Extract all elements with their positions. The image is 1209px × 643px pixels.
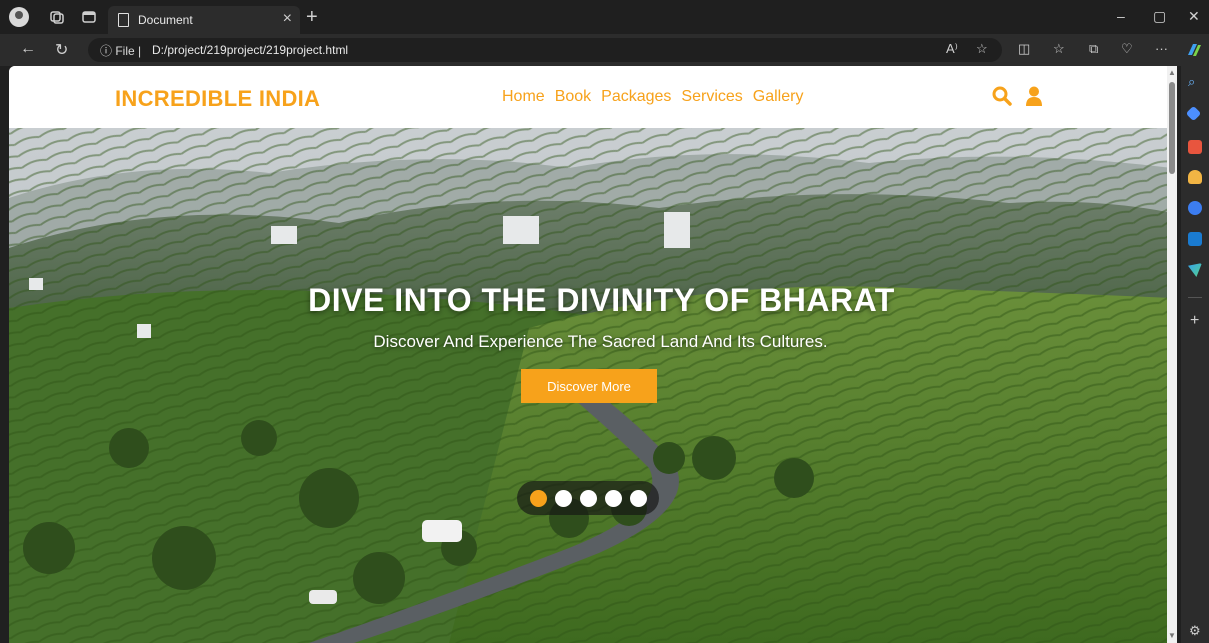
slider-dot-4[interactable] [604, 489, 622, 507]
read-aloud-icon[interactable]: A⁾ [946, 41, 958, 57]
close-window-button[interactable]: ✕ [1188, 8, 1200, 25]
slider-dot-1[interactable] [529, 489, 547, 507]
collections-icon[interactable]: ⧉ [1089, 41, 1098, 57]
workspaces-icon[interactable] [49, 9, 65, 25]
hero-title: DIVE INTO THE DIVINITY OF BHARAT [308, 282, 895, 318]
scroll-up-icon[interactable]: ▲ [1168, 68, 1176, 77]
site-info[interactable]: ⓘ File | [100, 42, 141, 59]
tab-actions-icon[interactable] [81, 9, 97, 25]
nav-services[interactable]: Services [681, 88, 742, 106]
back-icon[interactable]: ← [20, 40, 36, 58]
hero-banner: DIVE INTO THE DIVINITY OF BHARAT Discove… [9, 128, 1172, 643]
favorite-star-icon[interactable]: ☆ [976, 41, 988, 57]
slider-pagination [517, 481, 659, 515]
browser-titlebar: Document × + – ▢ ✕ [0, 0, 1209, 34]
people-icon[interactable] [1188, 170, 1202, 184]
document-icon [118, 13, 129, 27]
browser-sidebar: ⌕ + ⚙ [1181, 66, 1209, 643]
tag-icon[interactable] [1185, 105, 1202, 122]
nav-packages[interactable]: Packages [601, 88, 671, 106]
favorites-icon[interactable]: ☆ [1053, 41, 1065, 57]
add-icon[interactable]: + [1190, 312, 1199, 330]
nav-home[interactable]: Home [502, 88, 545, 106]
main-nav: Home Book Packages Services Gallery [502, 88, 803, 106]
copilot-icon[interactable] [1185, 41, 1203, 59]
tab-document[interactable]: Document × [108, 6, 300, 34]
more-options-icon[interactable]: ··· [1155, 41, 1168, 56]
slider-dot-3[interactable] [579, 489, 597, 507]
address-bar[interactable]: ⓘ File | D:/project/219project/219projec… [88, 38, 1002, 62]
tab-close-icon[interactable]: × [283, 10, 292, 28]
nav-gallery[interactable]: Gallery [753, 88, 804, 106]
split-screen-icon[interactable]: ◫ [1018, 41, 1030, 57]
browser-essentials-icon[interactable]: ♡ [1121, 41, 1133, 57]
maximize-button[interactable]: ▢ [1153, 8, 1166, 25]
sidebar-divider [1188, 297, 1202, 298]
page-scrollbar[interactable]: ▲ ▼ [1167, 66, 1177, 643]
send-icon[interactable] [1188, 263, 1202, 277]
browser-toolbar: ← ↻ ⓘ File | D:/project/219project/219pr… [0, 34, 1209, 66]
url-text[interactable]: D:/project/219project/219project.html [152, 43, 348, 57]
scroll-thumb[interactable] [1169, 82, 1175, 174]
tab-title: Document [138, 13, 193, 27]
nav-book[interactable]: Book [555, 88, 591, 106]
briefcase-icon[interactable] [1188, 140, 1202, 154]
new-tab-button[interactable]: + [306, 6, 318, 29]
site-header: INCREDIBLE INDIA Home Book Packages Serv… [9, 66, 1172, 128]
site-logo[interactable]: INCREDIBLE INDIA [115, 86, 320, 112]
settings-icon[interactable]: ⚙ [1189, 623, 1201, 639]
outlook-icon[interactable] [1188, 232, 1202, 246]
refresh-icon[interactable]: ↻ [55, 40, 68, 60]
search-icon[interactable]: ⌕ [1188, 74, 1202, 89]
user-icon[interactable] [1025, 86, 1043, 106]
copilot-sidebar-icon[interactable] [1188, 201, 1202, 215]
hero-subtitle: Discover And Experience The Sacred Land … [373, 332, 828, 351]
page-viewport: INCREDIBLE INDIA Home Book Packages Serv… [9, 66, 1172, 643]
minimize-button[interactable]: – [1117, 8, 1125, 24]
profile-avatar-icon[interactable] [9, 7, 29, 27]
slider-dot-2[interactable] [554, 489, 572, 507]
search-icon[interactable] [992, 86, 1012, 106]
slider-dot-5[interactable] [629, 489, 647, 507]
scroll-down-icon[interactable]: ▼ [1168, 631, 1176, 640]
discover-more-button[interactable]: Discover More [521, 369, 657, 403]
